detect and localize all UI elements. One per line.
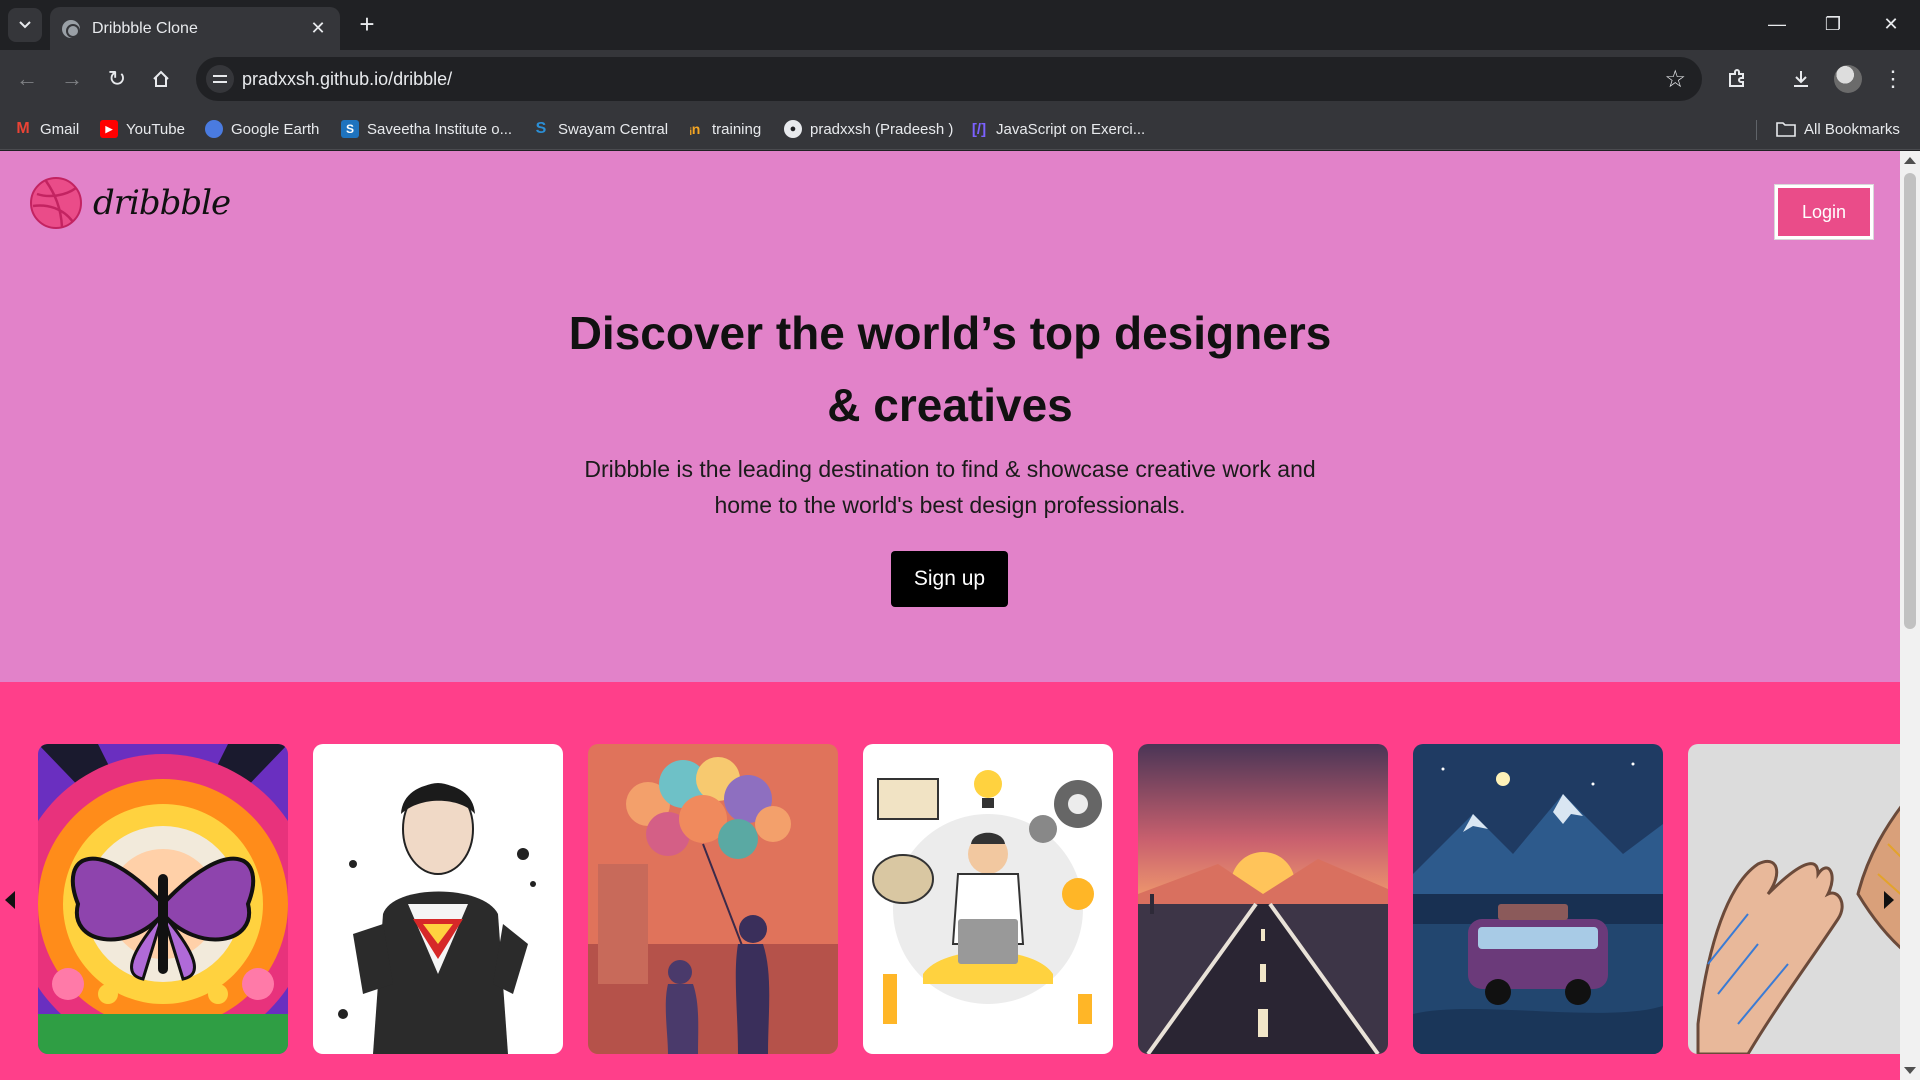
sunset-road-artwork	[1138, 744, 1388, 1054]
bookmark-youtube[interactable]: ▶ YouTube	[100, 118, 185, 140]
carousel-prev-icon[interactable]	[5, 891, 15, 909]
dribbble-ball-icon	[30, 177, 82, 229]
address-bar[interactable]: pradxxsh.github.io/dribble/ ☆	[196, 57, 1702, 101]
forward-button[interactable]: →	[55, 62, 89, 96]
page-viewport: dribbble Login Discover the world’s top …	[0, 151, 1920, 1080]
bookmark-label: Gmail	[40, 120, 80, 138]
bookmark-training[interactable]: ᵢn training	[686, 118, 761, 140]
globe-icon	[62, 19, 80, 38]
github-icon: ●	[784, 120, 802, 138]
van-mountains-night-artwork	[1413, 744, 1663, 1054]
gallery-card-balloons[interactable]	[588, 744, 838, 1054]
all-bookmarks-label: All Bookmarks	[1804, 120, 1900, 138]
creative-person-laptop-artwork	[863, 744, 1113, 1054]
bookmark-gmail[interactable]: M Gmail	[14, 118, 79, 140]
tab-title: Dribbble Clone	[92, 19, 198, 37]
swayam-icon: S	[535, 120, 547, 137]
headline-line-1: Discover the world’s top designers	[568, 307, 1332, 359]
bookmark-swayam[interactable]: S Swayam Central	[532, 118, 668, 140]
scroll-down-icon[interactable]	[1904, 1067, 1916, 1074]
training-icon: ᵢn	[689, 121, 701, 137]
back-button[interactable]: ←	[10, 62, 44, 96]
tab-search-button[interactable]	[8, 8, 42, 42]
browser-toolbar: ← → ↻ pradxxsh.github.io/dribble/ ☆ ⋮	[0, 50, 1920, 108]
bookmark-label: pradxxsh (Pradeesh )	[810, 120, 954, 138]
page-scrollbar[interactable]	[1900, 151, 1920, 1080]
bookmark-exercism[interactable]: [/] JavaScript on Exerci...	[970, 118, 1145, 140]
dribbble-logo[interactable]: dribbble	[29, 176, 231, 230]
restore-button[interactable]: ❐	[1810, 8, 1856, 40]
url-text[interactable]: pradxxsh.github.io/dribble/	[242, 69, 452, 90]
close-window-button[interactable]: ✕	[1868, 8, 1914, 40]
google-earth-icon	[205, 120, 223, 138]
bookmark-saveetha[interactable]: S Saveetha Institute o...	[341, 118, 512, 140]
home-button[interactable]	[144, 62, 178, 96]
gmail-icon: M	[16, 120, 30, 137]
bookmark-label: JavaScript on Exerci...	[996, 120, 1146, 138]
saveetha-icon: S	[341, 120, 359, 138]
reload-button[interactable]: ↻	[100, 62, 134, 96]
minimize-button[interactable]: —	[1754, 8, 1800, 40]
bookmark-label: YouTube	[126, 120, 185, 138]
new-tab-button[interactable]: +	[352, 10, 382, 40]
bookmark-label: training	[712, 120, 762, 138]
browser-tab-strip: Dribbble Clone ✕ + — ❐ ✕	[0, 0, 1920, 50]
scroll-up-icon[interactable]	[1904, 157, 1916, 164]
gallery-card-butterfly[interactable]	[38, 744, 288, 1054]
hero-section: dribbble Login Discover the world’s top …	[0, 151, 1900, 682]
subtext-line-1: Dribbble is the leading destination to f…	[584, 456, 1316, 482]
headline-line-2: & creatives	[827, 379, 1073, 431]
bookmark-label: Swayam Central	[558, 120, 669, 138]
all-bookmarks-button[interactable]: All Bookmarks	[1776, 118, 1900, 140]
balloons-street-artwork	[588, 744, 838, 1054]
login-button[interactable]: Login	[1774, 184, 1874, 240]
bookmarks-divider	[1756, 120, 1757, 140]
gallery-card-superman[interactable]	[313, 744, 563, 1054]
shots-gallery	[0, 744, 1920, 1054]
bookmark-github[interactable]: ● pradxxsh (Pradeesh )	[784, 118, 953, 140]
menu-button[interactable]: ⋮	[1876, 62, 1910, 96]
signup-button[interactable]: Sign up	[891, 551, 1008, 607]
gallery-card-sunset-road[interactable]	[1138, 744, 1388, 1054]
downloads-button[interactable]	[1784, 62, 1818, 96]
gallery-card-creative[interactable]	[863, 744, 1113, 1054]
subtext-line-2: home to the world's best design professi…	[714, 492, 1186, 518]
folder-icon	[1776, 122, 1796, 137]
profile-avatar[interactable]	[1834, 65, 1862, 93]
bookmarks-bar: M Gmail ▶ YouTube Google Earth S Saveeth…	[0, 108, 1920, 150]
close-tab-icon[interactable]: ✕	[308, 18, 328, 39]
extensions-button[interactable]	[1720, 62, 1754, 96]
bookmark-label: Saveetha Institute o...	[367, 120, 513, 138]
superman-sketch-artwork	[313, 744, 563, 1054]
home-icon	[153, 70, 169, 87]
butterfly-rainbow-artwork	[38, 744, 288, 1054]
chevron-down-icon	[19, 21, 31, 29]
gallery-card-van[interactable]	[1413, 744, 1663, 1054]
youtube-icon: ▶	[100, 120, 118, 138]
hero-subtext: Dribbble is the leading destination to f…	[560, 451, 1340, 523]
puzzle-icon	[1729, 69, 1744, 87]
bookmark-star-icon[interactable]: ☆	[1664, 65, 1686, 94]
logo-wordmark: dribbble	[93, 183, 231, 223]
browser-tab[interactable]: Dribbble Clone ✕	[50, 7, 340, 50]
scrollbar-thumb[interactable]	[1904, 173, 1916, 629]
hero-headline: Discover the world’s top designers & cre…	[450, 297, 1450, 441]
carousel-next-icon[interactable]	[1884, 891, 1894, 909]
download-icon	[1794, 71, 1808, 87]
exercism-icon: [/]	[971, 120, 987, 138]
bookmark-label: Google Earth	[231, 120, 320, 138]
bookmark-google-earth[interactable]: Google Earth	[205, 118, 319, 140]
site-info-icon[interactable]	[206, 65, 234, 93]
